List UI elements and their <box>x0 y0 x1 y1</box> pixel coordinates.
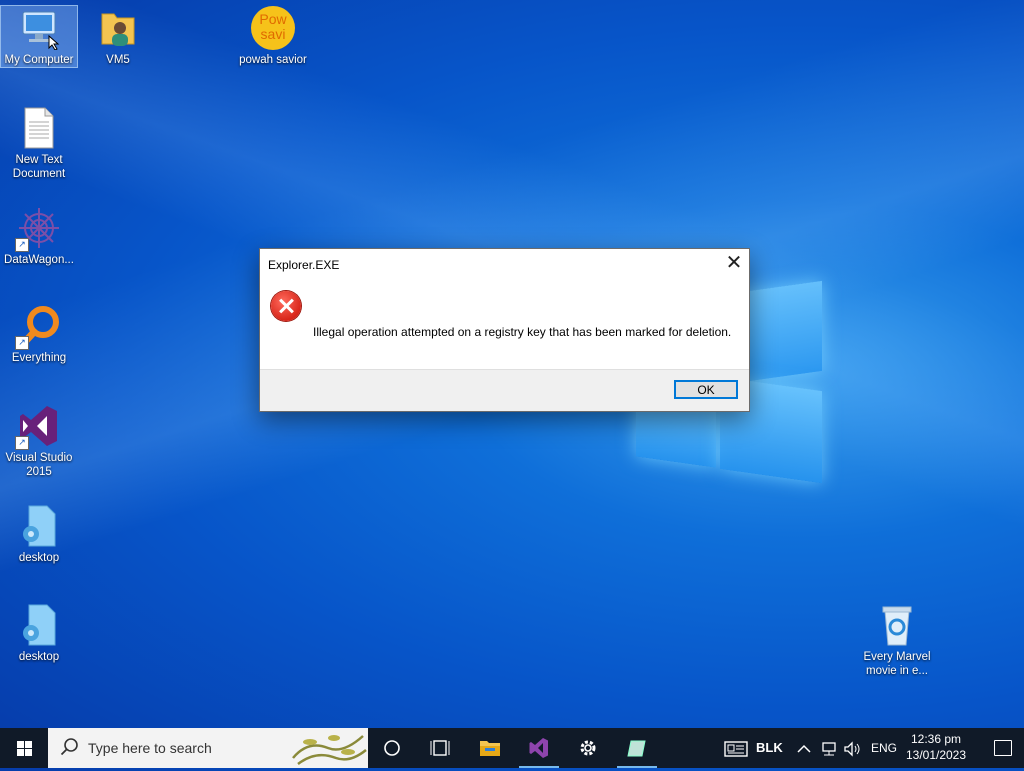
text-document-icon <box>17 106 61 150</box>
dialog-button-bar: OK <box>260 369 749 411</box>
visual-studio-icon: ↗ <box>15 404 61 450</box>
dialog-message: Illegal operation attempted on a registr… <box>313 325 732 339</box>
start-button[interactable] <box>0 728 48 768</box>
volume-icon[interactable] <box>843 728 861 768</box>
desktop-icon-label: VM5 <box>106 54 130 66</box>
desktop-icon-label: powah savior <box>239 54 307 66</box>
recycle-bin-icon <box>875 603 919 647</box>
desktop-icon-label: Visual Studio 2015 <box>5 452 73 478</box>
desktop-icon-label: desktop <box>18 651 60 663</box>
settings-file-icon <box>17 603 61 647</box>
taskbar-search-box[interactable]: Type here to search <box>48 728 368 768</box>
desktop-icon-label: Everything <box>11 352 67 364</box>
desktop-icon-label: New Text Document <box>12 154 66 180</box>
news-icon[interactable] <box>724 728 748 768</box>
desktop-icon-label: Every Marvel movie in e... <box>863 651 931 677</box>
visual-studio-taskbar-button[interactable] <box>515 728 563 768</box>
user-folder-icon <box>96 6 140 50</box>
visual-studio-icon <box>529 738 548 758</box>
app-icon: Pow savi <box>251 6 295 50</box>
search-icon <box>60 737 80 760</box>
error-dialog: Explorer.EXE ✕ Illegal operation attempt… <box>259 248 750 412</box>
cortana-button[interactable] <box>368 728 416 768</box>
task-view-button[interactable] <box>416 728 464 768</box>
task-view-icon <box>430 740 450 756</box>
ok-button[interactable]: OK <box>674 380 738 399</box>
desktop-icon-my-computer[interactable]: My Computer <box>0 5 78 68</box>
settings-taskbar-button[interactable] <box>564 728 612 768</box>
chevron-up-icon[interactable] <box>797 728 811 768</box>
magnifier-app-icon: ↗ <box>15 304 61 350</box>
desktop-icon-label: DataWagon... <box>4 254 74 266</box>
clock[interactable]: 12:36 pm 13/01/2023 <box>900 731 972 763</box>
notifications-icon[interactable] <box>994 740 1012 756</box>
window-app-icon <box>627 740 646 757</box>
desktop-icon-vm5[interactable]: VM5 <box>80 6 156 67</box>
shortcut-arrow-icon: ↗ <box>15 436 29 450</box>
desktop-icon-datawagon[interactable]: ↗ DataWagon... <box>1 206 77 267</box>
desktop-icon-desktop-ini-2[interactable]: desktop <box>1 603 77 664</box>
clock-time: 12:36 pm <box>910 732 962 746</box>
desktop-icon-visual-studio-2015[interactable]: ↗ Visual Studio 2015 <box>1 404 77 479</box>
desktop-icon-powah-savior[interactable]: Pow savi powah savior <box>235 6 311 67</box>
network-icon[interactable] <box>820 728 838 768</box>
search-placeholder: Type here to search <box>88 740 212 756</box>
gear-icon <box>580 740 596 756</box>
desktop-icon-desktop-ini-1[interactable]: desktop <box>1 504 77 565</box>
folder-icon <box>480 741 500 756</box>
keyboard-indicator[interactable]: BLK <box>756 728 783 768</box>
desktop-icon-new-text-document[interactable]: New Text Document <box>1 106 77 181</box>
cortana-circle-icon <box>384 740 400 756</box>
shortcut-arrow-icon: ↗ <box>15 238 29 252</box>
shortcut-arrow-icon: ↗ <box>15 336 29 350</box>
language-indicator[interactable]: ENG <box>871 728 897 768</box>
desktop-icon-label: desktop <box>18 552 60 564</box>
snowflake-app-icon: ↗ <box>15 206 61 252</box>
file-explorer-button[interactable] <box>466 728 514 768</box>
settings-file-icon <box>17 504 61 548</box>
desktop-icon-recycle-bin[interactable]: Every Marvel movie in e... <box>859 603 935 678</box>
dialog-title: Explorer.EXE <box>268 258 340 272</box>
taskbar: Type here to search BLK ENG 12:36 pm 13/… <box>0 728 1024 768</box>
search-highlight-art <box>288 728 368 768</box>
computer-icon <box>17 6 61 51</box>
desktop-icon-everything[interactable]: ↗ Everything <box>1 304 77 365</box>
app-taskbar-button[interactable] <box>613 728 661 768</box>
desktop-icon-label: My Computer <box>4 54 74 66</box>
clock-date: 13/01/2023 <box>905 748 967 762</box>
error-icon <box>271 291 301 321</box>
close-icon[interactable]: ✕ <box>719 249 749 279</box>
